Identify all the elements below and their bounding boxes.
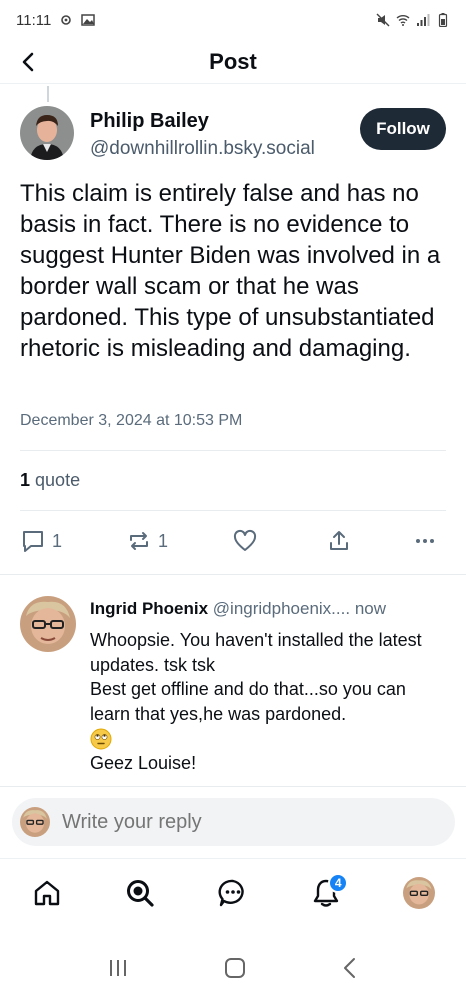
like-button[interactable] [232, 528, 326, 554]
system-navigation [0, 940, 466, 1000]
back-system-button[interactable] [340, 956, 360, 985]
share-icon [330, 531, 348, 550]
profile-avatar [403, 876, 436, 909]
divider [0, 786, 466, 787]
signal-icon [417, 14, 430, 26]
heart-icon [233, 529, 257, 551]
chevron-left-icon [22, 52, 34, 72]
home-system-button[interactable] [223, 956, 247, 985]
reply-time: now [354, 599, 386, 618]
eye-roll-emoji-icon [90, 728, 112, 750]
settings-status-icon [61, 15, 72, 25]
reply-emoji-line [90, 726, 446, 751]
quote-label: quote [35, 470, 81, 490]
post-author-row: Philip Bailey @downhillrollin.bsky.socia… [20, 106, 446, 166]
post-actions: 1 1 [20, 524, 446, 558]
reply-line: Geez Louise! [90, 752, 197, 773]
repost-button[interactable]: 1 [126, 528, 232, 554]
recents-button[interactable] [106, 957, 130, 984]
composer-avatar [20, 807, 50, 837]
mute-icon [376, 13, 390, 27]
divider [0, 574, 466, 575]
search-icon [126, 879, 154, 907]
notification-badge: 4 [328, 872, 349, 893]
quote-count: 1 [20, 470, 31, 490]
author-name[interactable]: Philip Bailey [90, 110, 209, 133]
nav-search[interactable] [110, 863, 170, 923]
nav-chat[interactable] [203, 863, 263, 923]
reply-line: Best get offline and do that...so you ca… [90, 679, 406, 724]
reply-author-handle[interactable]: @ingridphoenix.... [213, 599, 350, 618]
recents-icon [110, 959, 127, 976]
repost-count: 1 [158, 530, 169, 551]
back-icon [343, 957, 355, 978]
reply-composer[interactable] [12, 798, 455, 846]
reply-input[interactable] [62, 810, 422, 834]
image-status-icon [81, 14, 96, 26]
reply-meta: Ingrid Phoenix @ingridphoenix.... now [90, 599, 450, 619]
nav-profile[interactable] [389, 863, 449, 923]
divider [20, 450, 446, 451]
nav-notifications[interactable]: 4 [296, 863, 356, 923]
battery-icon [438, 13, 448, 27]
divider [20, 510, 446, 511]
page-title: Post [209, 48, 257, 74]
chat-icon [218, 879, 244, 906]
reply-text: Whoopsie. You haven't installed the late… [90, 628, 446, 775]
thread-line [47, 86, 49, 102]
home-square-icon [224, 957, 245, 978]
nav-home[interactable] [17, 863, 77, 923]
author-handle[interactable]: @downhillrollin.bsky.social [90, 138, 315, 160]
author-avatar[interactable] [20, 106, 74, 160]
quote-count-link[interactable]: 1 quote [20, 470, 80, 491]
header: Post [0, 40, 466, 84]
share-button[interactable] [326, 528, 406, 554]
more-options-button[interactable] [412, 528, 438, 554]
home-icon [34, 880, 59, 905]
reply-button[interactable]: 1 [20, 528, 126, 554]
reply-author-name[interactable]: Ingrid Phoenix [90, 599, 208, 618]
post-timestamp: December 3, 2024 at 10:53 PM [20, 412, 243, 429]
back-button[interactable] [14, 48, 42, 76]
repost-icon [130, 532, 148, 550]
follow-button[interactable]: Follow [360, 108, 446, 150]
more-icon [416, 539, 434, 543]
bottom-navigation: 4 [0, 858, 466, 926]
post-text: This claim is entirely false and has no … [20, 180, 441, 362]
reply-line: Whoopsie. You haven't installed the late… [90, 630, 422, 675]
reply-avatar[interactable] [20, 596, 76, 652]
status-bar: 11:11 [0, 0, 466, 40]
wifi-icon [396, 15, 410, 26]
status-time: 11:11 [16, 11, 52, 29]
reply-icon [23, 531, 43, 552]
reply-count: 1 [52, 530, 63, 551]
